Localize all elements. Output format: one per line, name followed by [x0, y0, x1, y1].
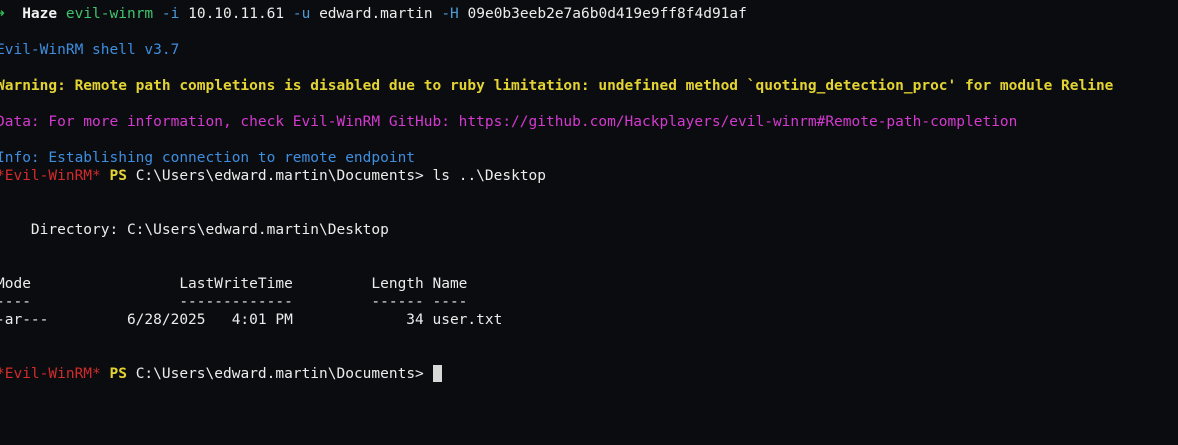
table-header: Mode LastWriteTime Length Name — [0, 276, 468, 292]
table-row: -ar--- 6/28/2025 4:01 PM 34 user.txt — [0, 312, 503, 328]
arg-hash: 09e0b3eeb2e7a6b0d419e9ff8f4d91af — [467, 6, 747, 22]
command-line: ➜ Haze evil-winrm -i 10.10.11.61 -u edwa… — [0, 5, 747, 23]
flag-i: -i — [161, 6, 180, 22]
prompt-line-1: *Evil-WinRM* PS C:\Users\edward.martin\D… — [0, 167, 546, 185]
text-cursor[interactable] — [432, 365, 442, 382]
prompt-path: C:\Users\edward.martin\Documents> — [135, 168, 424, 184]
prompt-ps: PS — [109, 168, 127, 184]
banner-line: Evil-WinRM shell v3.7 — [0, 42, 180, 58]
prompt-ps: PS — [109, 366, 127, 382]
directory-line: Directory: C:\Users\edward.martin\Deskto… — [0, 222, 389, 238]
prompt-tag: *Evil-WinRM* — [0, 366, 101, 382]
data-line: Data: For more information, check Evil-W… — [0, 114, 1018, 130]
prompt-arrow-icon: ➜ — [0, 6, 5, 22]
prompt-line-2[interactable]: *Evil-WinRM* PS C:\Users\edward.martin\D… — [0, 365, 442, 383]
warning-line: Warning: Remote path completions is disa… — [0, 78, 1114, 94]
table-underline: ---- ------------- ------ ---- — [0, 294, 468, 310]
arg-user: edward.martin — [319, 6, 433, 22]
prompt-path: C:\Users\edward.martin\Documents> — [135, 366, 424, 382]
terminal-window[interactable]: ➜ Haze evil-winrm -i 10.10.11.61 -u edwa… — [0, 0, 1178, 445]
info-line: Info: Establishing connection to remote … — [0, 150, 416, 166]
prompt-cwd: Haze — [22, 6, 58, 22]
prompt-command: ls ..\Desktop — [432, 168, 547, 184]
prompt-tag: *Evil-WinRM* — [0, 168, 101, 184]
flag-h: -H — [441, 6, 459, 22]
arg-ip: 10.10.11.61 — [188, 6, 285, 22]
command-program: evil-winrm — [65, 6, 154, 22]
flag-u: -u — [292, 6, 311, 22]
